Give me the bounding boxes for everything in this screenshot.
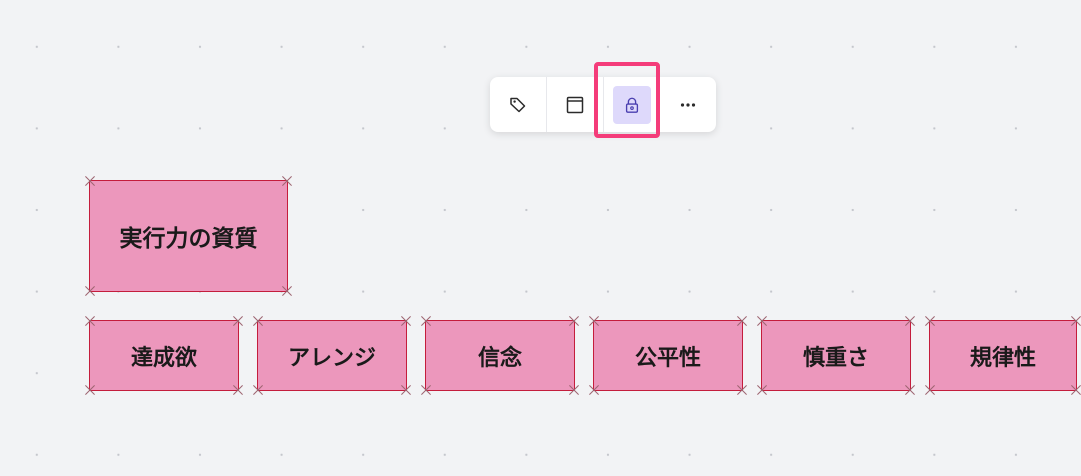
sticky-note-label: 実行力の資質 [119, 226, 258, 252]
selection-corner [588, 315, 600, 327]
sticky-note[interactable]: 信念 [425, 320, 575, 391]
tag-icon [508, 95, 528, 115]
selection-corner [736, 315, 748, 327]
selection-corner [84, 175, 96, 187]
selection-corner [84, 315, 96, 327]
selection-corner [252, 315, 264, 327]
selection-corner [924, 384, 936, 396]
selection-corner [281, 175, 293, 187]
selection-corner [568, 384, 580, 396]
selection-corner [400, 315, 412, 327]
selection-corner [281, 285, 293, 297]
selection-corner [420, 315, 432, 327]
sticky-note-label: アレンジ [287, 345, 376, 371]
more-icon [678, 95, 698, 115]
more-button[interactable] [660, 77, 716, 132]
sticky-note[interactable]: 達成欲 [89, 320, 239, 391]
selection-corner [568, 315, 580, 327]
selection-corner [904, 315, 916, 327]
selection-corner [904, 384, 916, 396]
lock-highlight-box [594, 62, 660, 138]
selection-corner [232, 315, 244, 327]
frame-icon [565, 95, 585, 115]
selection-corner [232, 384, 244, 396]
sticky-note[interactable]: 慎重さ [761, 320, 911, 391]
selection-corner [756, 384, 768, 396]
selection-corner [736, 384, 748, 396]
sticky-note[interactable]: 公平性 [593, 320, 743, 391]
sticky-note[interactable]: 規律性 [929, 320, 1077, 391]
selection-corner [1070, 384, 1081, 396]
selection-corner [588, 384, 600, 396]
sticky-note[interactable]: アレンジ [257, 320, 407, 391]
selection-corner [84, 384, 96, 396]
selection-corner [400, 384, 412, 396]
selection-corner [84, 285, 96, 297]
selection-corner [1070, 315, 1081, 327]
tag-button[interactable] [490, 77, 547, 132]
sticky-note-label: 信念 [477, 345, 522, 371]
sticky-note-label: 慎重さ [802, 345, 869, 371]
selection-corner [420, 384, 432, 396]
selection-corner [252, 384, 264, 396]
sticky-note-label: 公平性 [634, 345, 701, 371]
selection-corner [756, 315, 768, 327]
sticky-note-header[interactable]: 実行力の資質 [89, 180, 288, 292]
selection-corner [924, 315, 936, 327]
sticky-note-label: 規律性 [969, 345, 1036, 371]
sticky-note-label: 達成欲 [130, 345, 197, 371]
